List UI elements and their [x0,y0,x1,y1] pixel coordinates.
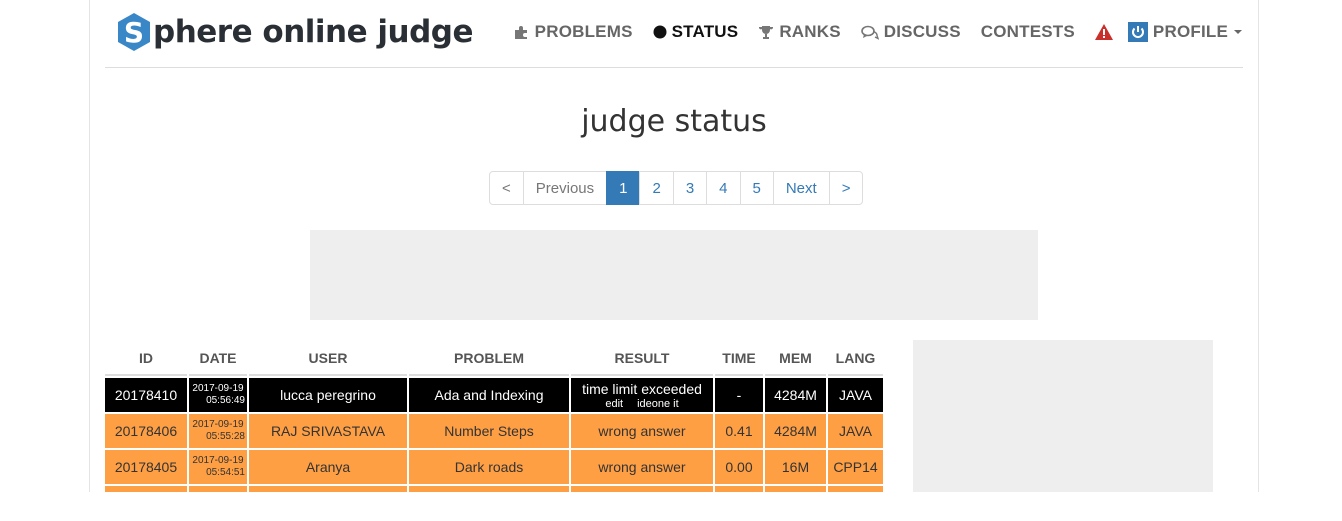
nav-profile-label: PROFILE [1152,22,1228,41]
submission-mem: 4284M [765,378,826,412]
table-row: 20178406 2017-09-19 05:55:28 RAJ SRIVASTA… [105,414,883,448]
submission-result: time limit exceeded edit ideone it [571,378,713,412]
submission-user[interactable]: lucca peregrino [249,378,407,412]
submission-time: - [715,378,763,412]
col-header-date[interactable]: DATE [189,342,247,376]
col-header-mem[interactable]: MEM [765,342,826,376]
nav-profile[interactable]: PROFILE [1127,22,1242,42]
trophy-icon [758,25,774,40]
pagination-page-3[interactable]: 3 [672,171,708,205]
cell-empty [409,486,569,492]
page-title: judge status [581,104,767,139]
cell-empty [105,486,187,492]
col-header-problem[interactable]: PROBLEM [409,342,569,376]
nav-status[interactable]: STATUS [653,22,739,42]
ad-banner-side [913,340,1213,492]
submission-id[interactable]: 20178410 [105,378,187,412]
date-time: 05:56:49 [206,395,245,406]
ideone-link[interactable]: ideone it [637,398,679,410]
col-header-lang[interactable]: LANG [828,342,883,376]
cell-empty [715,486,763,492]
submission-problem[interactable]: Dark roads [409,450,569,484]
submission-mem: 4284M [765,414,826,448]
logo-letter: S [123,15,145,49]
submission-problem[interactable]: Number Steps [409,414,569,448]
table-row-partial [105,486,883,492]
nav-contests-label: CONTESTS [980,22,1075,41]
pagination-page-2[interactable]: 2 [639,171,674,205]
col-header-result[interactable]: RESULT [571,342,713,376]
chevron-down-icon [1234,30,1242,34]
date-day: 2017-09-19 [192,455,244,466]
col-header-user[interactable]: USER [249,342,407,376]
site-name: phere online judge [153,14,474,50]
site-logo[interactable]: S phere online judge [116,12,474,52]
cell-empty [828,486,883,492]
submission-user[interactable]: RAJ SRIVASTAVA [249,414,407,448]
status-table: ID DATE USER PROBLEM RESULT TIME MEM LAN… [103,340,885,492]
submission-problem[interactable]: Ada and Indexing [409,378,569,412]
submission-result: wrong answer [571,414,713,448]
pagination-last[interactable]: > [828,171,864,205]
pagination-page-5[interactable]: 5 [739,171,774,205]
puzzle-icon [514,25,530,39]
nav-ranks-label: RANKS [779,22,841,41]
nav-problems-label: PROBLEMS [534,22,633,41]
submission-user[interactable]: Aranya [249,450,407,484]
nav-discuss-label: DISCUSS [883,22,961,41]
submission-id[interactable]: 20178405 [105,450,187,484]
submission-id[interactable]: 20178406 [105,414,187,448]
col-header-time[interactable]: TIME [715,342,763,376]
submission-date: 2017-09-19 05:54:51 [189,450,247,484]
date-time: 05:55:28 [206,431,245,442]
table-row: 20178410 2017-09-19 05:56:49 lucca peregr… [105,378,883,412]
comments-icon [860,25,879,40]
warning-icon [1094,24,1113,40]
pagination-next[interactable]: Next [772,171,830,205]
main-container: S phere online judge PROBLEMS STATUS RAN… [89,0,1259,492]
nav-contests[interactable]: CONTESTS [981,22,1075,42]
page-footer-space [0,492,1342,521]
nav-status-label: STATUS [671,22,739,41]
header-divider [105,67,1243,68]
nav-problems[interactable]: PROBLEMS [514,22,633,42]
submission-lang: JAVA [828,414,883,448]
pagination-first[interactable]: < [489,171,524,205]
submission-lang: JAVA [828,378,883,412]
nav-discuss[interactable]: DISCUSS [860,22,961,42]
ad-banner-top [310,230,1038,320]
col-header-id[interactable]: ID [105,342,187,376]
date-time: 05:54:51 [206,467,245,478]
submission-date: 2017-09-19 05:56:49 [189,378,247,412]
cell-empty [249,486,407,492]
date-day: 2017-09-19 [192,383,244,394]
main-nav: PROBLEMS STATUS RANKS DISCUSS CONTESTS P… [494,20,1242,44]
nav-alert[interactable] [1094,24,1118,40]
table-row: 20178405 2017-09-19 05:54:51 Aranya Dark … [105,450,883,484]
submission-result: wrong answer [571,450,713,484]
submission-date: 2017-09-19 05:55:28 [189,414,247,448]
submission-time: 0.00 [715,450,763,484]
cell-empty [189,486,247,492]
date-day: 2017-09-19 [192,419,244,430]
nav-ranks[interactable]: RANKS [758,22,841,42]
cell-empty [571,486,713,492]
circle-icon [653,25,667,39]
logo-hexagon-icon: S [116,12,152,52]
pagination: < Previous 1 2 3 4 5 Next > [489,171,864,205]
pagination-page-1[interactable]: 1 [606,171,641,205]
power-icon [1127,22,1148,42]
edit-link[interactable]: edit [605,398,623,410]
pagination-page-4[interactable]: 4 [706,171,741,205]
pagination-previous[interactable]: Previous [522,171,608,205]
cell-empty [765,486,826,492]
submission-mem: 16M [765,450,826,484]
table-header-row: ID DATE USER PROBLEM RESULT TIME MEM LAN… [105,342,883,376]
submission-lang: CPP14 [828,450,883,484]
result-text: time limit exceeded [582,380,702,397]
submission-time: 0.41 [715,414,763,448]
